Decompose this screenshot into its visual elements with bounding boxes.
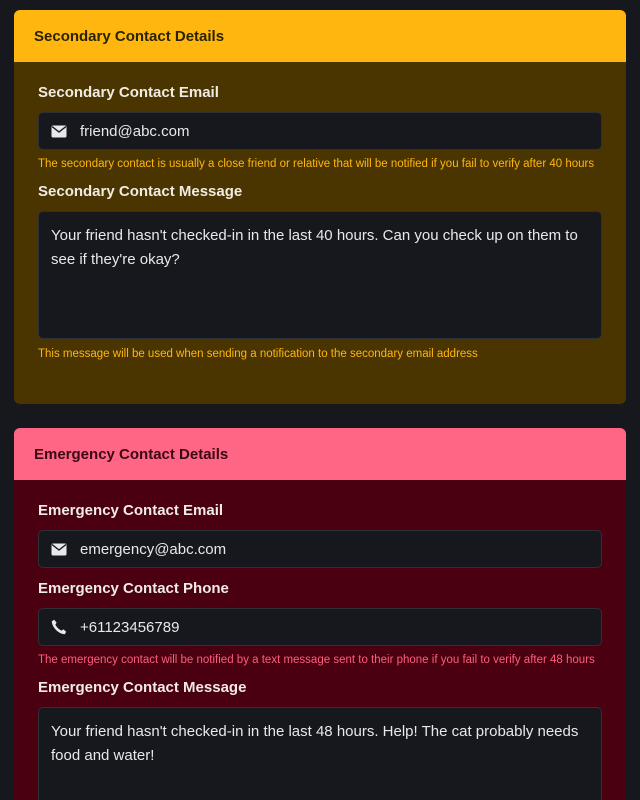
secondary-contact-body: Secondary Contact Email friend@abc.com T… [14,62,626,363]
secondary-contact-card: Secondary Contact Details Secondary Cont… [14,10,626,404]
page: Secondary Contact Details Secondary Cont… [0,0,640,800]
secondary-email-help: The secondary contact is usually a close… [38,158,595,170]
emergency-email-label: Emergency Contact Email [38,502,224,519]
emergency-email-value: emergency@abc.com [80,540,227,558]
secondary-contact-header: Secondary Contact Details [14,10,626,62]
envelope-icon [51,541,67,557]
emergency-contact-header: Emergency Contact Details [14,428,626,480]
emergency-email-input[interactable]: emergency@abc.com [38,530,602,568]
secondary-email-label: Secondary Contact Email [38,84,219,101]
emergency-message-label: Emergency Contact Message [38,679,247,696]
secondary-email-input[interactable]: friend@abc.com [38,112,602,150]
phone-icon [51,619,67,635]
secondary-message-help: This message will be used when sending a… [38,348,478,360]
envelope-icon [51,123,67,139]
emergency-phone-value: +61123456789 [80,618,180,636]
emergency-phone-help: The emergency contact will be notified b… [38,654,595,666]
emergency-message-value: Your friend hasn't checked-in in the las… [51,723,579,764]
secondary-message-value: Your friend hasn't checked-in in the las… [51,227,578,268]
emergency-contact-card: Emergency Contact Details Emergency Cont… [14,428,626,800]
emergency-phone-input[interactable]: +61123456789 [38,608,602,646]
secondary-message-textarea[interactable]: Your friend hasn't checked-in in the las… [38,211,602,339]
secondary-email-value: friend@abc.com [80,122,190,140]
emergency-phone-label: Emergency Contact Phone [38,580,229,597]
emergency-contact-body: Emergency Contact Email emergency@abc.co… [14,480,626,800]
emergency-message-textarea[interactable]: Your friend hasn't checked-in in the las… [38,707,602,800]
secondary-message-label: Secondary Contact Message [38,183,243,200]
